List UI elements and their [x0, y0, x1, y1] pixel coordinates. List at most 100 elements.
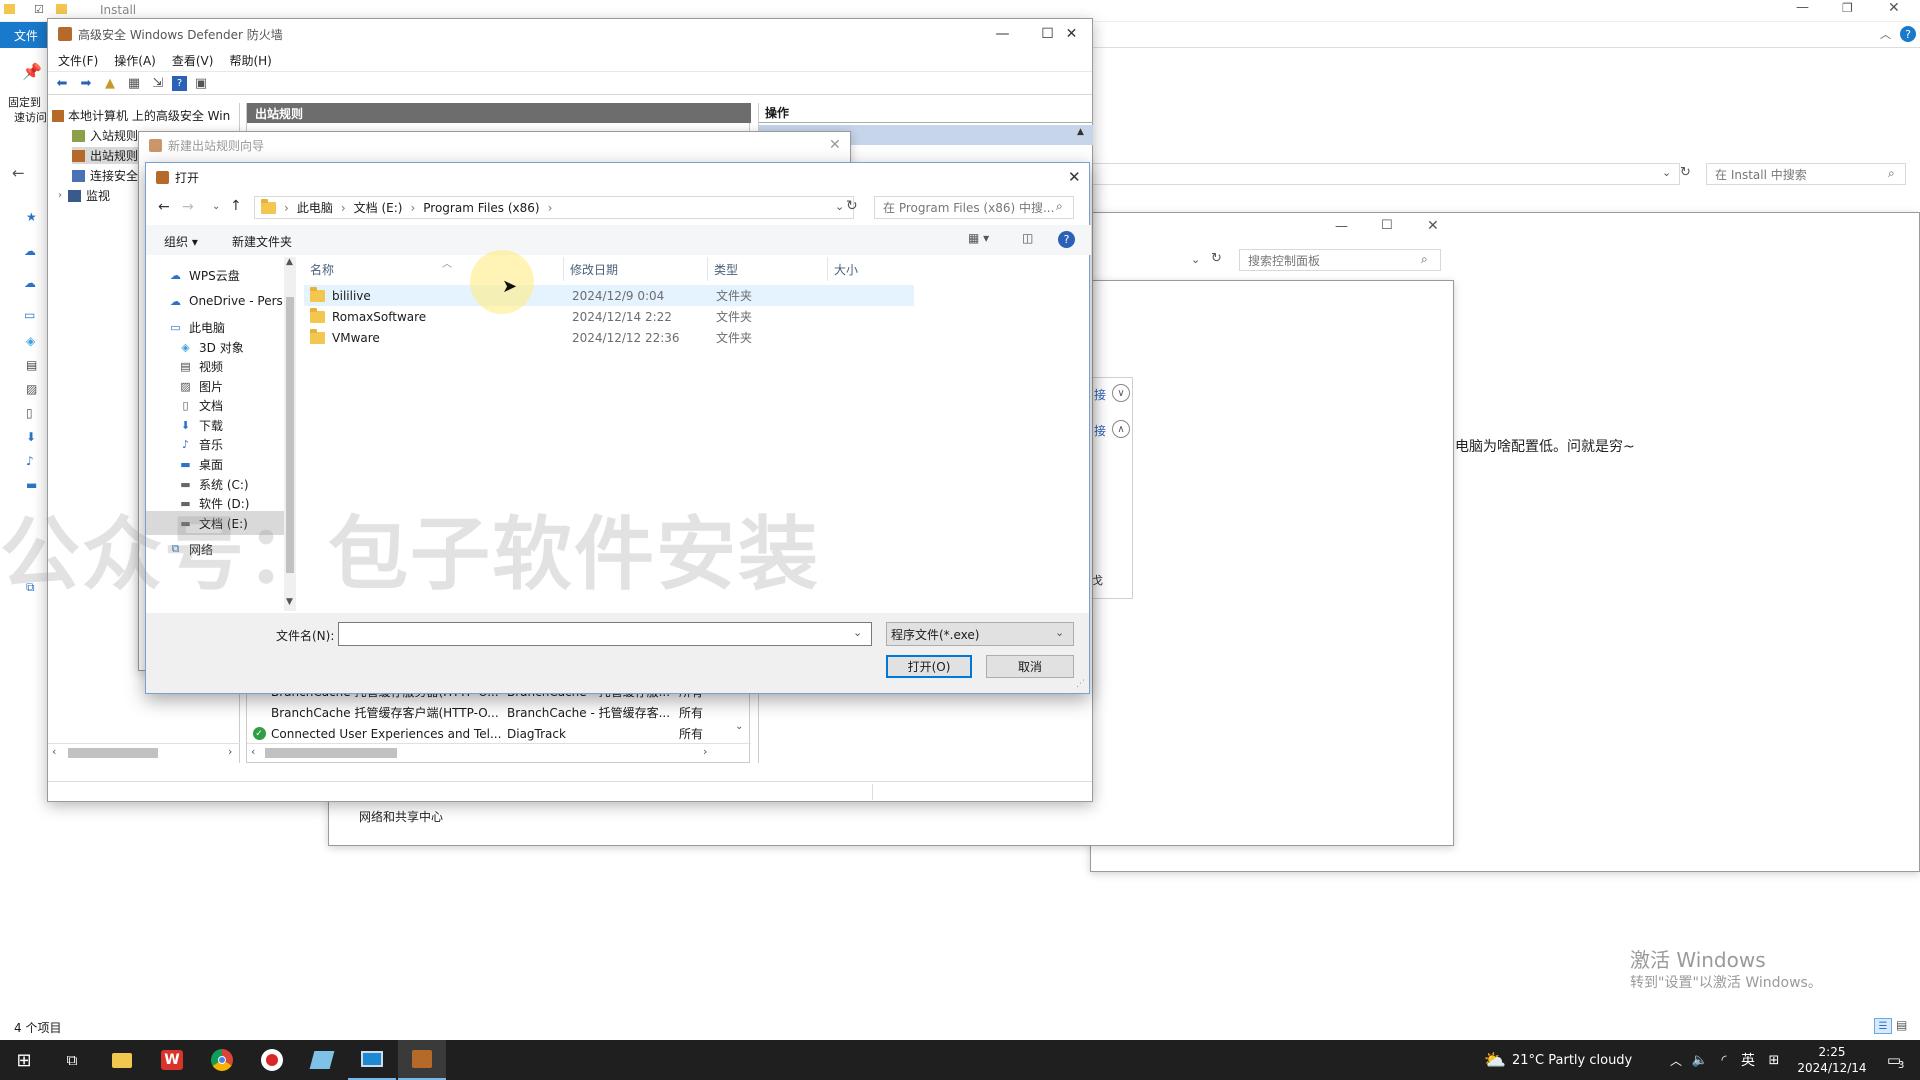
nav-item[interactable]: ☁ WPS云盘 — [146, 263, 284, 287]
expand-chevron-icon[interactable]: ∨ — [1112, 384, 1130, 402]
filename-dropdown-icon[interactable]: ⌄ — [853, 626, 862, 639]
ribbon-collapse-icon[interactable]: ︿ — [1880, 26, 1891, 42]
expand-arrow-icon[interactable]: › — [58, 190, 62, 201]
tree-item-connection-security[interactable]: 连接安全 — [72, 167, 138, 184]
menu-view[interactable]: 查看(V) — [172, 52, 214, 69]
help-icon[interactable]: ? — [172, 75, 187, 91]
address-dropdown-icon[interactable]: ⌄ — [1662, 166, 1671, 179]
back-arrow-icon[interactable]: ← — [158, 199, 170, 215]
pin-icon[interactable]: 📌 — [22, 62, 42, 81]
cp-search-input[interactable]: 搜索控制面板 — [1239, 249, 1441, 271]
breadcrumb-item[interactable]: Program Files (x86) — [423, 201, 539, 215]
tree-root[interactable]: 本地计算机 上的高级安全 Win — [52, 107, 230, 124]
scroll-up-icon[interactable]: ▲ — [286, 257, 293, 267]
refresh-icon[interactable]: ↻ — [1680, 165, 1691, 180]
organize-button[interactable]: 组织 ▾ — [164, 233, 198, 250]
large-icons-view-icon[interactable]: ▤ — [1896, 1018, 1907, 1032]
back-arrow-icon[interactable]: ← — [12, 164, 25, 182]
export-icon[interactable]: ⇲ — [148, 74, 168, 92]
table-row[interactable]: ✓ Connected User Experiences and Tel... … — [247, 723, 751, 744]
volume-icon[interactable]: 🔈 — [1688, 1040, 1712, 1080]
filetype-dropdown-icon[interactable]: ⌄ — [1055, 626, 1064, 639]
show-tree-icon[interactable]: ▦ — [124, 74, 144, 92]
network-footer-link[interactable]: 网络和共享中心 — [359, 808, 443, 825]
cp-minimize-button[interactable]: — — [1335, 219, 1348, 234]
tree-item-inbound[interactable]: 入站规则 — [72, 127, 138, 144]
up-arrow-icon[interactable]: ↑ — [230, 198, 242, 214]
column-type[interactable]: 类型 — [708, 257, 828, 281]
open-dialog-close-button[interactable]: ✕ — [1068, 168, 1081, 186]
action-pane-icon[interactable]: ▣ — [191, 74, 211, 92]
breadcrumb-item[interactable]: 此电脑 — [297, 199, 333, 216]
details-view-icon[interactable]: ☰ — [1874, 1018, 1892, 1034]
wizard-close-button[interactable]: ✕ — [829, 137, 841, 153]
tree-scroll-thumb[interactable] — [68, 748, 158, 758]
wifi-icon[interactable]: ◜ — [1712, 1040, 1736, 1080]
center-scroll-thumb[interactable] — [265, 748, 397, 758]
forward-arrow-icon[interactable]: → — [182, 199, 194, 215]
cp-maximize-button[interactable]: ☐ — [1381, 218, 1393, 233]
keyboard-icon[interactable]: ⊞ — [1762, 1040, 1786, 1080]
notification-icon[interactable]: ▭ 3 — [1874, 1040, 1914, 1080]
weather-icon[interactable]: ⛅ — [1480, 1040, 1510, 1080]
preview-pane-icon[interactable]: ◫ — [1022, 231, 1033, 245]
list-item[interactable]: bililive 2024/12/9 0:04 文件夹 — [304, 285, 914, 306]
firewall-close-button[interactable]: ✕ — [1049, 19, 1094, 49]
recent-chevron-icon[interactable]: ⌄ — [212, 201, 220, 212]
help-icon[interactable]: ? — [1900, 26, 1916, 42]
collapse-chevron-icon[interactable]: ∧ — [1112, 420, 1130, 438]
menu-file[interactable]: 文件(F) — [58, 52, 98, 69]
column-date[interactable]: 修改日期 — [564, 257, 708, 281]
clock[interactable]: 2:25 2024/12/14 — [1792, 1040, 1872, 1080]
cp-close-button[interactable]: ✕ — [1427, 218, 1439, 234]
scroll-left-icon[interactable]: ‹ — [251, 745, 255, 758]
firewall-taskbar-icon[interactable] — [398, 1040, 446, 1080]
new-folder-button[interactable]: 新建文件夹 — [232, 233, 292, 250]
tray-chevron-icon[interactable]: ︿ — [1664, 1040, 1688, 1080]
table-row[interactable]: BranchCache 托管缓存客户端(HTTP-O... BranchCach… — [247, 702, 751, 723]
scroll-right-icon[interactable]: › — [228, 745, 232, 758]
scroll-down-icon[interactable]: ⌄ — [735, 721, 743, 732]
scroll-right-icon[interactable]: › — [703, 745, 707, 758]
explorer-minimize-button[interactable]: — — [1796, 0, 1809, 15]
breadcrumb[interactable]: › 此电脑 › 文档 (E:) › Program Files (x86) › … — [254, 196, 854, 219]
file-tab[interactable]: 文件 — [0, 22, 52, 48]
resize-grip-icon[interactable]: ⋰ — [1076, 679, 1085, 689]
explorer-search-input[interactable]: 在 Install 中搜索 — [1706, 163, 1906, 185]
notepad-taskbar-icon[interactable] — [298, 1040, 346, 1080]
recorder-taskbar-icon[interactable] — [248, 1040, 296, 1080]
cp-refresh-icon[interactable]: ↻ — [1211, 251, 1222, 266]
back-icon[interactable]: ⬅ — [52, 74, 72, 92]
breadcrumb-item[interactable]: 文档 (E:) — [354, 199, 403, 216]
control-panel-taskbar-icon[interactable] — [348, 1040, 396, 1080]
menu-action[interactable]: 操作(A) — [114, 52, 156, 69]
task-view-button[interactable]: ⧉ — [48, 1040, 96, 1080]
tree-hscrollbar[interactable]: ‹ › — [48, 743, 240, 761]
filetype-select[interactable]: 程序文件(*.exe) ⌄ — [886, 622, 1074, 646]
ime-indicator[interactable]: 英 — [1736, 1040, 1760, 1080]
open-button[interactable]: 打开(O) — [886, 655, 972, 678]
address-dropdown-icon[interactable]: ⌄ — [835, 200, 844, 213]
filename-input[interactable]: ⌄ — [338, 622, 872, 646]
chrome-taskbar-icon[interactable] — [198, 1040, 246, 1080]
column-size[interactable]: 大小 — [828, 257, 914, 281]
explorer-address-bar[interactable] — [1090, 163, 1680, 185]
firewall-minimize-button[interactable]: — — [980, 19, 1025, 49]
file-explorer-taskbar-icon[interactable] — [98, 1040, 146, 1080]
tree-item-monitor[interactable]: › 监视 — [58, 187, 110, 204]
start-button[interactable]: ⊞ — [0, 1040, 48, 1080]
search-icon[interactable]: ⌕ — [1056, 199, 1063, 214]
explorer-restore-button[interactable]: ❐ — [1842, 1, 1853, 15]
open-dialog-search-input[interactable]: 在 Program Files (x86) 中搜... — [874, 196, 1074, 219]
explorer-search-icon[interactable]: ⌕ — [1888, 166, 1895, 181]
center-hscrollbar[interactable]: ‹ › — [247, 743, 751, 761]
cancel-button[interactable]: 取消 — [986, 655, 1074, 678]
nav-item[interactable]: ☁ OneDrive - Pers — [146, 289, 284, 313]
wps-taskbar-icon[interactable]: W — [148, 1040, 196, 1080]
collapse-up-icon[interactable]: ▲ — [1077, 127, 1084, 137]
cp-address-dropdown-icon[interactable]: ⌄ — [1191, 253, 1200, 266]
view-options-icon[interactable]: ▦ ▾ — [968, 231, 989, 245]
list-item[interactable]: RomaxSoftware 2024/12/14 2:22 文件夹 — [304, 306, 914, 327]
explorer-close-button[interactable]: ✕ — [1888, 0, 1900, 16]
tree-item-outbound[interactable]: 出站规则 — [72, 147, 143, 164]
